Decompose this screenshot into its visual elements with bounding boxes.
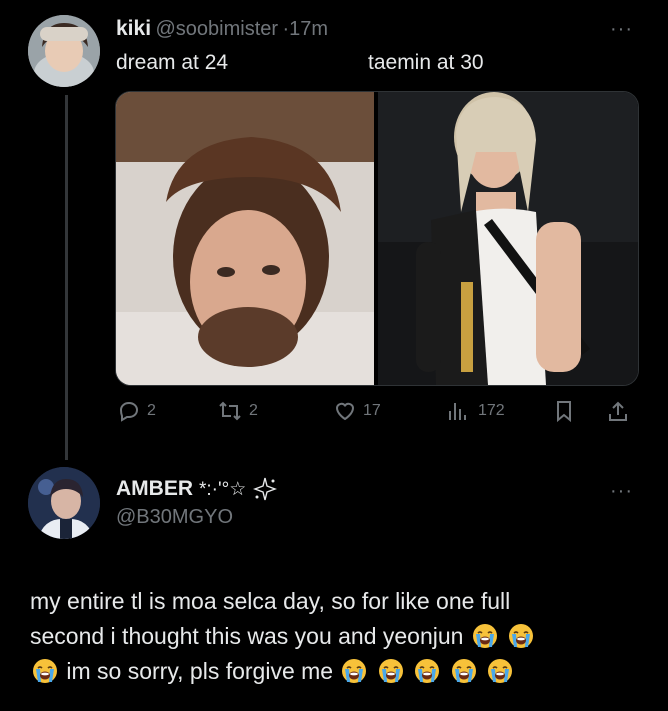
loudly-crying-face-emoji: [508, 623, 534, 649]
reply-line-2-text: second i thought this was you and yeonju…: [30, 623, 464, 649]
like-icon: [335, 402, 355, 421]
thread-connector: [65, 95, 68, 460]
bookmark-action[interactable]: [553, 398, 575, 424]
sparkle-icon: [253, 477, 278, 501]
reply-more-options-icon[interactable]: ···: [610, 480, 633, 503]
name-decoration: *:·'°☆: [199, 478, 247, 500]
tweet-header: kiki @soobimister ·17m: [116, 17, 328, 41]
like-count: 17: [363, 402, 381, 419]
loudly-crying-face-emoji: [451, 658, 477, 684]
reply-line-1: my entire tl is moa selca day, so for li…: [30, 588, 511, 614]
reply-icon: [119, 401, 139, 422]
media-grid[interactable]: [115, 91, 639, 386]
left-photo: [116, 92, 374, 385]
avatar-photo: [28, 15, 100, 87]
share-action[interactable]: [607, 398, 629, 424]
retweet-count: 2: [249, 402, 258, 419]
reply-line-3-text: im so sorry, pls forgive me: [66, 658, 334, 684]
like-action[interactable]: 17: [333, 398, 381, 424]
views-action[interactable]: 172: [446, 398, 505, 424]
loudly-crying-face-emoji: [378, 658, 404, 684]
reply-avatar-photo: [28, 467, 100, 539]
share-icon: [609, 401, 627, 421]
more-options-icon[interactable]: ···: [610, 18, 633, 41]
view-count: 172: [478, 402, 505, 419]
reply-handle[interactable]: @B30MGYO: [116, 506, 233, 529]
right-photo: [378, 92, 638, 385]
views-icon: [449, 403, 466, 420]
retweet-icon: [219, 401, 241, 421]
loudly-crying-face-emoji: [414, 658, 440, 684]
reply-display-name[interactable]: AMBER: [116, 477, 193, 501]
loudly-crying-face-emoji: [32, 658, 58, 684]
caption-left: dream at 24: [116, 51, 229, 74]
loudly-crying-face-emoji: [341, 658, 367, 684]
reply-avatar[interactable]: [28, 467, 100, 539]
reply-line-2: second i thought this was you and yeonju…: [30, 619, 640, 654]
reply-header: AMBER *:·'°☆: [116, 476, 278, 502]
media-images: [116, 92, 638, 385]
handle[interactable]: @soobimister: [155, 18, 278, 40]
reply-line-3: im so sorry, pls forgive me: [30, 654, 640, 689]
retweet-action[interactable]: 2: [217, 398, 258, 424]
display-name[interactable]: kiki: [116, 17, 151, 40]
avatar[interactable]: [28, 15, 100, 87]
loudly-crying-face-emoji: [487, 658, 513, 684]
bookmark-icon: [557, 401, 571, 423]
reply-action[interactable]: 2: [117, 398, 156, 424]
loudly-crying-face-emoji: [472, 623, 498, 649]
reply-count: 2: [147, 402, 156, 419]
reply-text: my entire tl is moa selca day, so for li…: [30, 584, 640, 689]
timestamp[interactable]: 17m: [289, 18, 328, 40]
caption-right: taemin at 30: [368, 51, 484, 74]
